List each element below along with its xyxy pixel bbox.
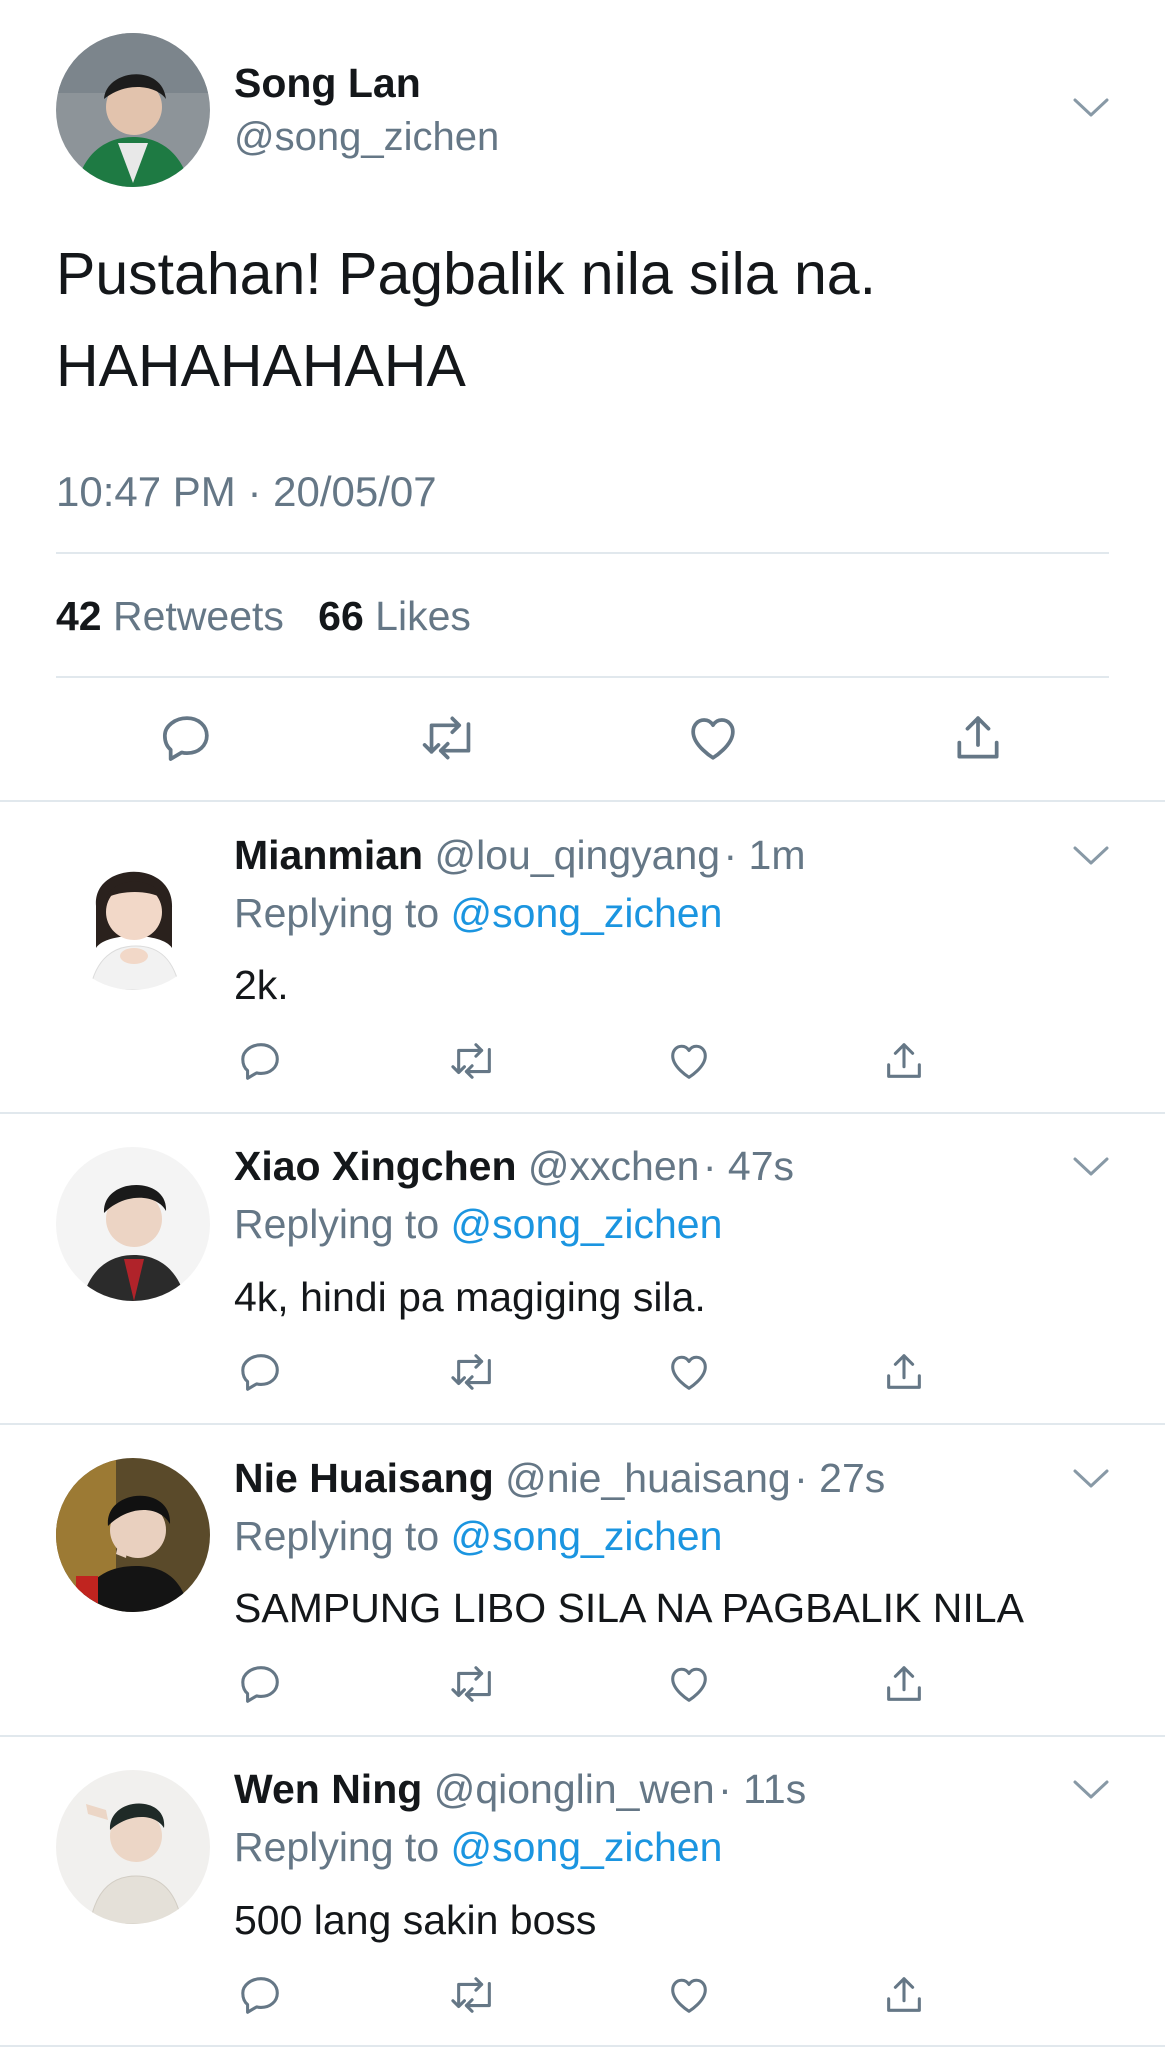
- reply-author-handle[interactable]: @qionglin_wen: [434, 1766, 715, 1812]
- author-handle[interactable]: @song_zichen: [234, 115, 499, 160]
- reply-text: 4k, hindi pa magiging sila.: [234, 1274, 706, 1320]
- tweet-timestamp[interactable]: 10:47 PM · 20/05/07: [56, 468, 437, 516]
- share-icon[interactable]: [879, 1659, 929, 1709]
- reply-icon[interactable]: [236, 1659, 286, 1709]
- retweet-icon[interactable]: [449, 1659, 499, 1709]
- retweet-icon[interactable]: [418, 706, 482, 770]
- reply-icon[interactable]: [236, 1347, 286, 1397]
- reply-author-name[interactable]: Wen Ning: [234, 1766, 422, 1812]
- share-icon[interactable]: [879, 1036, 929, 1086]
- avatar[interactable]: [56, 1458, 210, 1612]
- replying-to: Replying to @song_zichen: [234, 1201, 722, 1248]
- share-icon[interactable]: [946, 706, 1010, 770]
- reply-icon[interactable]: [236, 1036, 286, 1086]
- chevron-down-icon[interactable]: [1072, 844, 1110, 868]
- chevron-down-icon[interactable]: [1072, 1155, 1110, 1179]
- replying-to-link[interactable]: @song_zichen: [451, 890, 723, 936]
- tweet-stats: 42 Retweets 66 Likes: [56, 593, 471, 640]
- divider: [0, 1735, 1165, 1737]
- heart-icon[interactable]: [664, 1036, 714, 1086]
- avatar[interactable]: [56, 33, 210, 187]
- tweet-text-line-2: HAHAHAHAHA: [56, 333, 466, 399]
- reply-text: SAMPUNG LIBO SILA NA PAGBALIK NILA: [234, 1585, 1024, 1631]
- heart-icon[interactable]: [664, 1970, 714, 2020]
- replying-to-link[interactable]: @song_zichen: [451, 1824, 723, 1870]
- replying-to-link[interactable]: @song_zichen: [451, 1513, 723, 1559]
- divider: [0, 1423, 1165, 1425]
- replying-to-label: Replying to: [234, 1824, 440, 1870]
- replying-to: Replying to @song_zichen: [234, 1824, 722, 1871]
- divider: [56, 552, 1109, 554]
- reply-author-handle[interactable]: @nie_huaisang: [505, 1455, 791, 1501]
- replying-to: Replying to @song_zichen: [234, 890, 722, 937]
- reply-time[interactable]: · 47s: [703, 1143, 794, 1189]
- reply-author-name[interactable]: Nie Huaisang: [234, 1455, 494, 1501]
- chevron-down-icon[interactable]: [1072, 96, 1110, 120]
- replying-to-label: Replying to: [234, 1513, 440, 1559]
- reply-author-name[interactable]: Mianmian: [234, 832, 423, 878]
- share-icon[interactable]: [879, 1970, 929, 2020]
- reply-header: Mianmian @lou_qingyang · 1m: [234, 832, 805, 879]
- author-name[interactable]: Song Lan: [234, 60, 421, 107]
- reply-author-name[interactable]: Xiao Xingchen: [234, 1143, 517, 1189]
- avatar[interactable]: [56, 836, 210, 990]
- replying-to: Replying to @song_zichen: [234, 1513, 722, 1560]
- retweets-label[interactable]: Retweets: [113, 593, 284, 639]
- heart-icon[interactable]: [664, 1659, 714, 1709]
- divider: [0, 800, 1165, 802]
- retweet-icon[interactable]: [449, 1970, 499, 2020]
- reply-header: Xiao Xingchen @xxchen · 47s: [234, 1143, 794, 1190]
- reply-author-handle[interactable]: @xxchen: [528, 1143, 700, 1189]
- chevron-down-icon[interactable]: [1072, 1778, 1110, 1802]
- retweets-count[interactable]: 42: [56, 593, 102, 639]
- likes-count[interactable]: 66: [318, 593, 364, 639]
- chevron-down-icon[interactable]: [1072, 1467, 1110, 1491]
- reply-text: 2k.: [234, 962, 289, 1008]
- retweet-icon[interactable]: [449, 1347, 499, 1397]
- replying-to-label: Replying to: [234, 1201, 440, 1247]
- reply-icon[interactable]: [155, 706, 219, 770]
- reply-time[interactable]: · 27s: [794, 1455, 885, 1501]
- reply-header: Nie Huaisang @nie_huaisang · 27s: [234, 1455, 885, 1502]
- retweet-icon[interactable]: [449, 1036, 499, 1086]
- reply-icon[interactable]: [236, 1970, 286, 2020]
- divider: [0, 1112, 1165, 1114]
- replying-to-label: Replying to: [234, 890, 440, 936]
- reply-author-handle[interactable]: @lou_qingyang: [435, 832, 721, 878]
- share-icon[interactable]: [879, 1347, 929, 1397]
- reply-text: 500 lang sakin boss: [234, 1897, 597, 1943]
- reply-time[interactable]: · 1m: [723, 832, 805, 878]
- heart-icon[interactable]: [664, 1347, 714, 1397]
- avatar[interactable]: [56, 1147, 210, 1301]
- divider: [0, 2045, 1165, 2047]
- heart-icon[interactable]: [681, 706, 745, 770]
- tweet-text-line-1: Pustahan! Pagbalik nila sila na.: [56, 241, 876, 307]
- reply-header: Wen Ning @qionglin_wen · 11s: [234, 1766, 806, 1813]
- likes-label[interactable]: Likes: [375, 593, 471, 639]
- replying-to-link[interactable]: @song_zichen: [451, 1201, 723, 1247]
- avatar[interactable]: [56, 1770, 210, 1924]
- reply-time[interactable]: · 11s: [718, 1766, 806, 1812]
- divider: [56, 676, 1109, 678]
